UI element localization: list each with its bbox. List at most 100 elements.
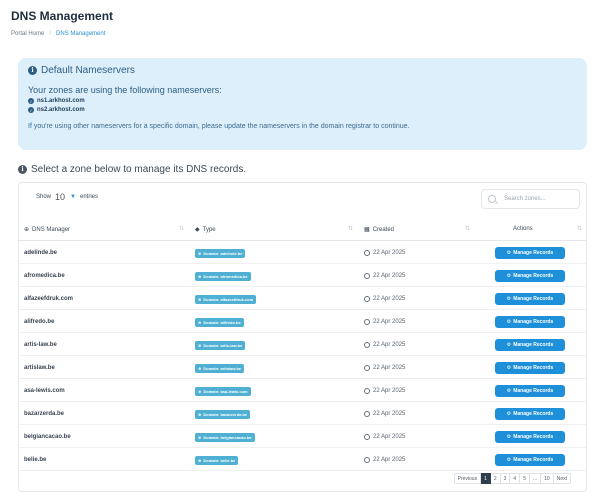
domain-type-badge: ⊕ Domain: bazarzerda.be [195,409,251,419]
globe-icon: ⊕ [198,296,202,302]
domain-name: bazarzerda.be [24,411,65,417]
column-header-created[interactable]: ▦ Created [364,226,394,234]
table-row: belgiancacao.be ⊕ Domain: belgiancacao.be 2… [19,426,586,448]
search-zones-input[interactable]: Search zones... [481,189,580,209]
table-row: adelinde.be ⊕ Domain: adelinde.be 22 Apr 20… [19,242,586,264]
clock-icon [364,365,370,371]
page-title: DNS Management [11,9,114,23]
clock-icon [364,296,370,302]
pagination-page-5[interactable]: 5 [520,473,530,484]
domain-type-badge: ⊕ Domain: adelinde.be [195,248,246,258]
pagination-page-4[interactable]: 4 [510,473,521,484]
globe-icon: ⊕ [198,434,202,440]
info-icon: i [28,66,37,75]
manage-records-button[interactable]: ⚙ Manage Records [495,316,565,328]
nameserver-2: ns2.arkhost.com [37,107,85,113]
sort-icon[interactable]: ⇅ [348,225,353,232]
tag-icon: ◆ [195,227,200,233]
breadcrumb: Portal Home / DNS Management [11,31,105,37]
cogs-icon: ⚙ [506,342,512,348]
pagination-page-10[interactable]: 10 [541,473,554,484]
manage-records-button[interactable]: ⚙ Manage Records [495,247,565,259]
globe-icon: ⊕ [198,250,202,256]
cogs-icon: ⚙ [506,296,512,302]
created-date: 22 Apr 2025 [373,296,406,302]
manage-records-button[interactable]: ⚙ Manage Records [495,293,565,305]
column-header-actions: Actions [513,226,533,232]
pagination-page-1[interactable]: 1 [481,473,491,484]
created-date: 22 Apr 2025 [373,319,406,325]
cogs-icon: ⚙ [506,434,512,440]
domain-type-badge: ⊕ Domain: belie.be [195,455,239,465]
globe-icon: ⊕ [198,411,202,417]
check-circle-icon: ✓ [28,98,34,104]
table-row: alifredo.be ⊕ Domain: alifredo.be 22 Apr 20… [19,311,586,333]
breadcrumb-current[interactable]: DNS Management [56,31,105,37]
created-date: 22 Apr 2025 [373,342,406,348]
column-header-type[interactable]: ◆ Type [195,226,216,234]
manage-records-button[interactable]: ⚙ Manage Records [495,362,565,374]
cogs-icon: ⚙ [506,273,512,279]
domain-name: belie.be [24,457,47,463]
manage-records-button[interactable]: ⚙ Manage Records [495,385,565,397]
created-date: 22 Apr 2025 [373,457,406,463]
default-nameservers-alert: i Default Nameservers Your zones are usi… [18,58,587,150]
pagination-page-3[interactable]: 3 [500,473,511,484]
alert-title: Default Nameservers [41,65,135,76]
breadcrumb-home-link[interactable]: Portal Home [11,31,44,37]
manage-records-button[interactable]: ⚙ Manage Records [495,408,565,420]
manage-records-button[interactable]: ⚙ Manage Records [495,270,565,282]
search-icon [488,195,496,203]
pagination: Previous 1 2 3 4 5 ... 10 Next [453,473,571,484]
created-date: 22 Apr 2025 [373,365,406,371]
domain-type-badge: ⊕ Domain: asa-lewis.com [195,386,251,396]
cogs-icon: ⚙ [506,250,512,256]
sort-icon[interactable]: ⇅ [577,225,582,232]
manage-records-button[interactable]: ⚙ Manage Records [495,454,565,466]
globe-icon: ⊕ [24,227,30,233]
domain-name: artis-law.be [24,342,57,348]
domain-type-badge: ⊕ Domain: afromedica.be [195,271,251,281]
clock-icon [364,250,370,256]
pagination-ellipsis: ... [529,473,542,484]
table-header: ⊕ DNS Manager ⇅ ◆ Type ⇅ ▦ Created ⇅ Act… [19,219,586,241]
entries-select[interactable]: 10 ▼ [55,192,76,202]
table-row: alfazeefdruk.com ⊕ Domain: alfazeefdruk.co… [19,288,586,310]
alert-note: If you're using other nameservers for a … [28,123,410,130]
zones-heading: i Select a zone below to manage its DNS … [18,164,246,175]
check-circle-icon: ✓ [28,107,34,113]
created-date: 22 Apr 2025 [373,411,406,417]
domain-name: belgiancacao.be [24,434,71,440]
globe-icon: ⊕ [198,319,202,325]
pagination-next[interactable]: Next [553,473,571,484]
nameserver-1: ns1.arkhost.com [37,98,85,104]
nameserver-item: ✓ ns1.arkhost.com [28,98,577,104]
manage-records-button[interactable]: ⚙ Manage Records [495,431,565,443]
domain-name: asa-lewis.com [24,388,65,394]
clock-icon [364,411,370,417]
column-header-dns-manager[interactable]: ⊕ DNS Manager [24,226,70,234]
created-date: 22 Apr 2025 [373,273,406,279]
clock-icon [364,342,370,348]
globe-icon: ⊕ [198,457,202,463]
domain-type-badge: ⊕ Domain: belgiancacao.be [195,432,255,442]
entries-length-control: Show 10 ▼ entries [36,192,98,202]
domain-name: adelinde.be [24,250,58,256]
table-row: artis-law.be ⊕ Domain: artis-law.be 22 Apr … [19,334,586,356]
manage-records-button[interactable]: ⚙ Manage Records [495,339,565,351]
sort-icon[interactable]: ⇅ [179,225,184,232]
pagination-page-2[interactable]: 2 [490,473,501,484]
domain-name: alifredo.be [24,319,55,325]
globe-icon: ⊕ [198,273,202,279]
pagination-previous[interactable]: Previous [453,473,482,484]
sort-icon[interactable]: ⇅ [465,225,470,232]
domain-name: afromedica.be [24,273,65,279]
nameserver-item: ✓ ns2.arkhost.com [28,107,577,113]
domain-name: artislaw.be [24,365,55,371]
cogs-icon: ⚙ [506,319,512,325]
zones-table-card: Show 10 ▼ entries Search zones... ⊕ DNS … [18,182,587,492]
created-date: 22 Apr 2025 [373,250,406,256]
clock-icon [364,457,370,463]
globe-icon: ⊕ [198,365,202,371]
domain-type-badge: ⊕ Domain: alifredo.be [195,317,244,327]
